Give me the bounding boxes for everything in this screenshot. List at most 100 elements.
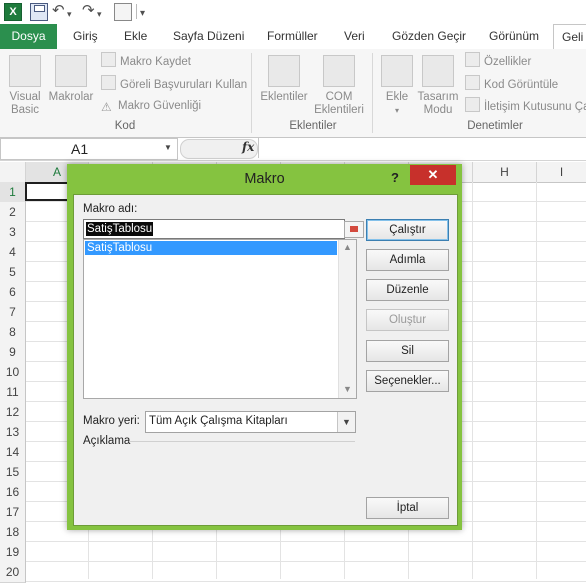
- row-header[interactable]: 15: [0, 462, 26, 483]
- group-label-code: Kod: [114, 120, 136, 132]
- formula-input[interactable]: [258, 138, 586, 158]
- formula-bar: A1 ▼ fx: [0, 138, 586, 161]
- tab-file[interactable]: Dosya: [0, 24, 57, 49]
- tab-home[interactable]: Giriş: [73, 24, 98, 49]
- macro-list[interactable]: SatişTablosu ▲ ▼: [83, 239, 357, 399]
- group-divider: [372, 53, 373, 133]
- ribbon-panel: Visual Basic Makrolar Makro Kaydet Görel…: [0, 49, 586, 138]
- run-dialog-button[interactable]: İletişim Kutusunu Ça: [465, 97, 586, 115]
- description-label: Açıklama: [83, 435, 131, 447]
- tab-data[interactable]: Veri: [344, 24, 365, 49]
- step-into-button[interactable]: Adımla: [366, 249, 449, 271]
- macro-name-input[interactable]: SatişTablosu: [83, 219, 364, 239]
- create-button[interactable]: Oluştur: [366, 309, 449, 331]
- name-box[interactable]: A1 ▼: [0, 138, 178, 160]
- quick-access-toolbar: X ↶ ▾ ↷ ▾ ▾: [0, 0, 586, 24]
- chevron-down-icon: ▾: [394, 106, 399, 115]
- row-header[interactable]: 12: [0, 402, 26, 423]
- scroll-down-icon[interactable]: ▼: [343, 384, 352, 394]
- undo-icon[interactable]: ↶: [52, 2, 65, 20]
- relative-references-button[interactable]: Göreli Başvuruları Kullan: [101, 75, 247, 93]
- grid-line: [26, 581, 586, 582]
- row-header[interactable]: 4: [0, 242, 26, 263]
- column-header-i[interactable]: I: [537, 162, 586, 183]
- undo-dropdown-icon[interactable]: ▾: [67, 5, 72, 23]
- close-button[interactable]: ✕: [410, 165, 456, 185]
- tab-page-layout[interactable]: Sayfa Düzeni: [173, 24, 244, 49]
- row-header[interactable]: 17: [0, 502, 26, 523]
- description-divider: [129, 441, 355, 442]
- properties-icon: [465, 52, 480, 67]
- visual-basic-icon: [9, 55, 41, 87]
- macros-button[interactable]: Makrolar: [46, 55, 96, 104]
- print-preview-icon[interactable]: [114, 3, 132, 21]
- row-header[interactable]: 13: [0, 422, 26, 443]
- row-header[interactable]: 6: [0, 282, 26, 303]
- row-header[interactable]: 20: [0, 562, 26, 583]
- row-header[interactable]: 1: [0, 182, 26, 203]
- tab-insert[interactable]: Ekle: [124, 24, 147, 49]
- redo-dropdown-icon[interactable]: ▾: [97, 5, 102, 23]
- design-mode-button[interactable]: Tasarım Modu: [416, 55, 460, 117]
- redo-icon[interactable]: ↷: [82, 2, 95, 20]
- options-button[interactable]: Seçenekler...: [366, 370, 449, 392]
- record-macro-label: Makro Kaydet: [120, 56, 191, 68]
- tab-view[interactable]: Görünüm: [489, 24, 539, 49]
- select-all-corner[interactable]: [0, 162, 26, 183]
- tab-review[interactable]: Gözden Geçir: [392, 24, 466, 49]
- delete-button[interactable]: Sil: [366, 340, 449, 362]
- design-mode-icon: [422, 55, 454, 87]
- record-macro-button[interactable]: Makro Kaydet: [101, 52, 191, 70]
- collapse-dialog-icon[interactable]: [344, 221, 364, 238]
- row-header[interactable]: 18: [0, 522, 26, 543]
- row-header[interactable]: 11: [0, 382, 26, 403]
- customize-toolbar-icon[interactable]: ▾: [140, 5, 145, 23]
- row-header[interactable]: 2: [0, 202, 26, 223]
- scroll-up-icon[interactable]: ▲: [343, 242, 352, 252]
- com-addins-icon: [323, 55, 355, 87]
- visual-basic-button[interactable]: Visual Basic: [4, 55, 46, 117]
- insert-function-icon[interactable]: fx: [242, 140, 254, 154]
- save-icon[interactable]: [30, 3, 48, 21]
- excel-app-icon[interactable]: X: [4, 3, 22, 21]
- row-header[interactable]: 14: [0, 442, 26, 463]
- row-header[interactable]: 9: [0, 342, 26, 363]
- row-header[interactable]: 5: [0, 262, 26, 283]
- view-code-button[interactable]: Kod Görüntüle: [465, 75, 558, 93]
- chevron-down-icon[interactable]: ▼: [337, 412, 355, 432]
- row-header[interactable]: 8: [0, 322, 26, 343]
- cancel-button[interactable]: İptal: [366, 497, 449, 519]
- run-button[interactable]: Çalıştır: [366, 219, 449, 241]
- addins-label: Eklentiler: [260, 91, 308, 103]
- macro-location-select[interactable]: Tüm Açık Çalışma Kitapları ▼: [145, 411, 356, 433]
- row-header[interactable]: 19: [0, 542, 26, 563]
- group-label-controls: Denetimler: [467, 120, 523, 132]
- help-icon[interactable]: ?: [385, 166, 405, 190]
- properties-button[interactable]: Özellikler: [465, 52, 531, 70]
- design-mode-label: Tasarım Modu: [417, 91, 459, 116]
- row-header[interactable]: 3: [0, 222, 26, 243]
- row-header[interactable]: 7: [0, 302, 26, 323]
- toolbar-divider: [136, 4, 137, 19]
- insert-control-label: Ekle: [385, 91, 409, 103]
- macro-security-button[interactable]: ⚠ Makro Güvenliği: [101, 97, 201, 115]
- tools-icon: [381, 55, 413, 87]
- relative-references-icon: [101, 75, 116, 90]
- column-header-h[interactable]: H: [473, 162, 537, 183]
- row-header[interactable]: 10: [0, 362, 26, 383]
- com-addins-button[interactable]: COM Eklentileri: [312, 55, 366, 117]
- tab-developer[interactable]: Geli: [553, 24, 586, 51]
- view-code-icon: [465, 75, 480, 90]
- row-header[interactable]: 16: [0, 482, 26, 503]
- insert-control-button[interactable]: Ekle ▾: [378, 55, 416, 117]
- macro-name-label: Makro adı:: [83, 203, 138, 215]
- addins-button[interactable]: Eklentiler: [258, 55, 310, 104]
- name-box-value: A1: [71, 141, 89, 157]
- tab-formulas[interactable]: Formüller: [267, 24, 318, 49]
- relative-references-label: Göreli Başvuruları Kullan: [120, 79, 248, 91]
- edit-button[interactable]: Düzenle: [366, 279, 449, 301]
- scrollbar[interactable]: ▲ ▼: [338, 240, 356, 398]
- chevron-down-icon[interactable]: ▼: [164, 143, 172, 152]
- list-item[interactable]: SatişTablosu: [85, 241, 337, 255]
- grid-line: [26, 541, 586, 542]
